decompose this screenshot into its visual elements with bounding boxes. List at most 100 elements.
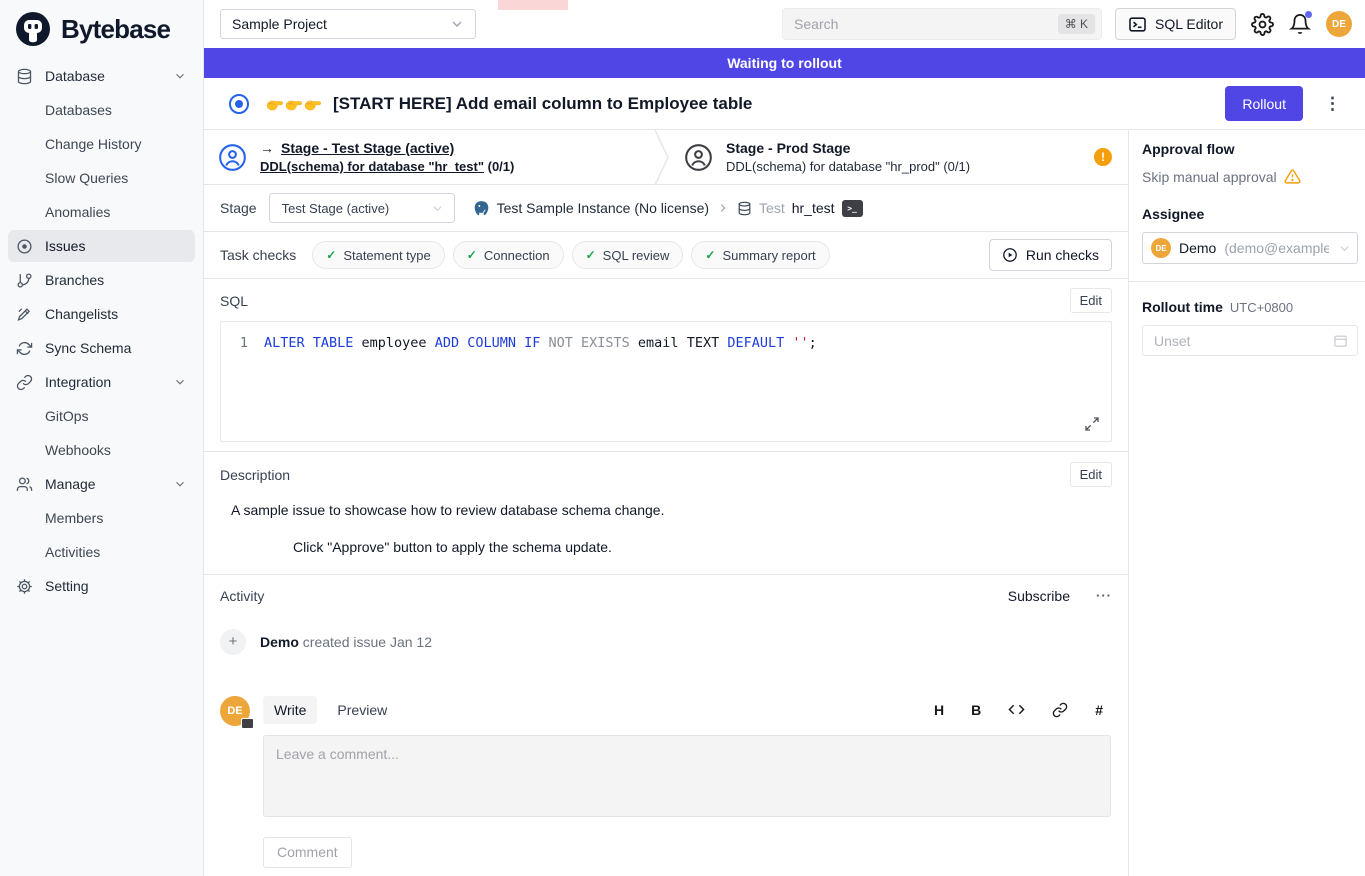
subscribe-button[interactable]: Subscribe (1008, 588, 1070, 604)
run-checks-label: Run checks (1026, 247, 1099, 263)
sidebar-item-label: Database (45, 68, 105, 84)
timezone-label: UTC+0800 (1230, 300, 1293, 315)
stage-card-test[interactable]: → Stage - Test Stage (active) DDL(schema… (204, 130, 654, 184)
description-title: Description (220, 467, 290, 483)
bell-icon[interactable] (1289, 13, 1311, 35)
code-icon[interactable] (1008, 701, 1025, 718)
more-menu-icon[interactable]: ⋮ (1314, 94, 1351, 114)
sidebar-item-manage[interactable]: Manage (8, 468, 195, 500)
stage-select[interactable]: Test Stage (active) (269, 193, 455, 223)
sidebar-item-database[interactable]: Database (8, 60, 195, 92)
sidebar-item-databases[interactable]: Databases (8, 94, 195, 126)
sidebar-item-change-history[interactable]: Change History (8, 128, 195, 160)
sync-icon (16, 339, 34, 357)
sidebar-item-label: Change History (45, 136, 142, 152)
comment-input[interactable] (263, 735, 1111, 817)
user-avatar[interactable]: DE (1326, 11, 1352, 37)
event-user[interactable]: Demo (260, 634, 299, 650)
status-banner-text: Waiting to rollout (727, 55, 842, 71)
pointing-right-emoji (265, 95, 322, 113)
sidebar-item-webhooks[interactable]: Webhooks (8, 434, 195, 466)
project-selector[interactable]: Sample Project (220, 9, 476, 39)
sql-token: ; (809, 333, 817, 353)
sql-editor[interactable]: 1ALTER TABLE employee ADD COLUMN IF NOT … (220, 321, 1112, 442)
topbar: Sample Project ⌘ K SQL Editor DE (204, 0, 1365, 48)
description-section: Description Edit A sample issue to showc… (204, 452, 1128, 575)
sidebar-item-sync-schema[interactable]: Sync Schema (8, 332, 195, 364)
comment-editor: DE Write Preview H B (220, 696, 1112, 868)
branch-icon (16, 271, 34, 289)
rollout-time-value: Unset (1154, 333, 1191, 349)
sql-token: NOT EXISTS (549, 333, 630, 353)
database-link[interactable]: hr_test (792, 200, 835, 216)
search-box[interactable]: ⌘ K (782, 8, 1102, 40)
rollout-time-input[interactable]: Unset (1142, 325, 1358, 356)
hashtag-icon[interactable]: # (1095, 702, 1103, 718)
approval-flow-title: Approval flow (1142, 141, 1358, 157)
sidebar-item-setting[interactable]: Setting (8, 570, 195, 602)
sidebar-item-integration[interactable]: Integration (8, 366, 195, 398)
sidebar-item-gitops[interactable]: GitOps (8, 400, 195, 432)
chevron-down-icon (173, 477, 187, 491)
activity-section: Activity Subscribe ··· + Demo created is… (204, 575, 1128, 868)
approval-flow-status: Skip manual approval (1142, 169, 1277, 185)
sidebar: Bytebase Database Databases Change Histo… (0, 0, 204, 876)
stage-test-link[interactable]: Stage - Test Stage (active) (281, 140, 454, 156)
link-icon[interactable] (1052, 702, 1068, 718)
heading-icon[interactable]: H (934, 702, 944, 718)
sidebar-item-label: Setting (45, 578, 89, 594)
tab-write[interactable]: Write (263, 696, 317, 724)
approval-panel: Approval flow Skip manual approval Assig… (1128, 130, 1365, 876)
expand-icon[interactable] (1084, 416, 1100, 432)
bold-icon[interactable]: B (971, 702, 981, 718)
sidebar-item-changelists[interactable]: Changelists (8, 298, 195, 330)
sql-edit-button[interactable]: Edit (1070, 288, 1112, 313)
check-statement-type[interactable]: ✓Statement type (312, 241, 445, 269)
bytebase-logo[interactable]: Bytebase (0, 0, 203, 58)
sidebar-item-members[interactable]: Members (8, 502, 195, 534)
sql-editor-button[interactable]: SQL Editor (1115, 8, 1236, 40)
stage-test-task-link[interactable]: DDL(schema) for database "hr_test" (260, 159, 484, 174)
assignee-select[interactable]: DE Demo (demo@example (1142, 232, 1358, 264)
tab-preview[interactable]: Preview (326, 696, 398, 724)
sidebar-item-label: Sync Schema (45, 340, 131, 356)
search-input[interactable] (794, 16, 1058, 32)
description-edit-button[interactable]: Edit (1070, 462, 1112, 487)
stage-card-prod[interactable]: Stage - Prod Stage DDL(schema) for datab… (670, 130, 1128, 184)
activity-title: Activity (220, 588, 264, 604)
status-banner: Waiting to rollout (204, 48, 1365, 78)
activity-more-icon[interactable]: ··· (1096, 588, 1112, 603)
rollout-button[interactable]: Rollout (1225, 86, 1303, 121)
issues-icon (16, 237, 34, 255)
check-passed-icon: ✓ (705, 248, 715, 262)
check-sql-review[interactable]: ✓SQL review (572, 241, 684, 269)
sidebar-item-label: Members (45, 510, 103, 526)
run-checks-button[interactable]: Run checks (989, 239, 1112, 271)
sql-token (516, 333, 524, 353)
check-summary-report[interactable]: ✓Summary report (691, 241, 829, 269)
comment-submit-button[interactable]: Comment (263, 837, 352, 868)
gear-icon[interactable] (1251, 13, 1274, 36)
sidebar-item-branches[interactable]: Branches (8, 264, 195, 296)
instance-breadcrumb: Test Sample Instance (No license) Test h… (473, 200, 863, 217)
sql-token: IF (524, 333, 540, 353)
chevron-down-icon (173, 69, 187, 83)
chevron-down-icon (430, 201, 445, 216)
comment-avatar: DE (220, 696, 250, 726)
sidebar-item-label: Databases (45, 102, 112, 118)
sidebar-item-issues[interactable]: Issues (8, 230, 195, 262)
open-sql-editor-icon[interactable]: >_ (842, 200, 863, 217)
sql-editor-label: SQL Editor (1155, 16, 1223, 32)
sidebar-item-slow-queries[interactable]: Slow Queries (8, 162, 195, 194)
stage-prod-title: Stage - Prod Stage (726, 140, 970, 156)
sidebar-item-anomalies[interactable]: Anomalies (8, 196, 195, 228)
instance-name[interactable]: Test Sample Instance (No license) (497, 200, 709, 216)
brand-name: Bytebase (61, 14, 170, 45)
event-text: created issue Jan 12 (303, 634, 432, 650)
integration-icon (16, 373, 34, 391)
check-passed-icon: ✓ (326, 248, 336, 262)
sidebar-item-activities[interactable]: Activities (8, 536, 195, 568)
stage-pipeline: → Stage - Test Stage (active) DDL(schema… (204, 130, 1128, 185)
check-connection[interactable]: ✓Connection (453, 241, 564, 269)
description-line1: A sample issue to showcase how to review… (231, 500, 1112, 520)
